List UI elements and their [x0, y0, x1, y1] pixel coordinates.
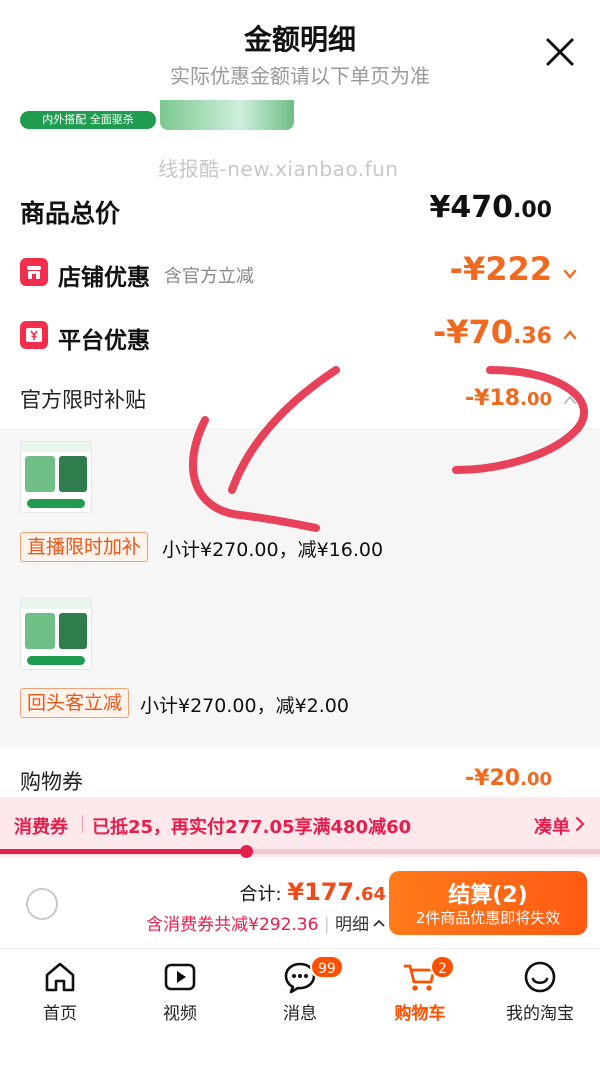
watermark: 线报酷-new.xianbao.fun: [158, 157, 399, 181]
deal-text: 小计¥270.00，减¥16.00: [162, 539, 384, 561]
product-box: [59, 613, 87, 649]
tab-video[interactable]: 视频: [120, 949, 240, 1076]
profile-icon: [524, 961, 556, 993]
divider: [82, 815, 83, 833]
promo-label: 消费券: [14, 817, 68, 838]
page-subtitle: 实际优惠金额请以下单页为准: [170, 64, 430, 88]
subsidy-detail-panel: 直播限时加补 小计¥270.00，减¥16.00 回头客立减 小计¥270.00…: [0, 431, 600, 747]
subsidy-label: 官方限时补贴: [20, 388, 146, 412]
close-icon[interactable]: [544, 36, 576, 68]
store-discount-hint: 含官方立减: [164, 266, 254, 287]
bottom-tab-bar: 首页 视频 99 消息 2 购物车 我的淘宝: [0, 948, 600, 1076]
home-icon: [45, 962, 75, 992]
subsidy-amount: -¥18.00: [465, 386, 552, 411]
chevron-down-icon[interactable]: [562, 266, 578, 282]
subsidy-row[interactable]: 官方限时补贴 -¥18.00: [0, 372, 600, 430]
tab-label: 视频: [163, 1004, 197, 1024]
coupon-promo-bar: 消费券 已抵25，再实付277.05享满480减60 凑单: [0, 797, 600, 857]
tab-home[interactable]: 首页: [0, 949, 120, 1076]
checkout-button[interactable]: 结算(2) 2件商品优惠即将失效: [389, 871, 587, 935]
store-discount-amount: -¥222: [449, 250, 552, 288]
select-all-checkbox[interactable]: [26, 888, 58, 920]
tab-label: 我的淘宝: [506, 1004, 574, 1024]
product-box: [25, 456, 55, 492]
total-row: 商品总价 ¥470.00: [0, 190, 600, 234]
tab-my-taobao[interactable]: 我的淘宝: [480, 949, 600, 1076]
chevron-up-icon[interactable]: [372, 917, 386, 929]
product-image-tag: [27, 499, 85, 508]
tab-label: 首页: [43, 1004, 77, 1024]
platform-discount-label: 平台优惠: [58, 328, 150, 354]
total-price: ¥470.00: [429, 190, 552, 225]
store-discount-row[interactable]: 店铺优惠 含官方立减 -¥222: [0, 250, 600, 296]
product-badge: 内外搭配 全面驱杀: [20, 111, 156, 129]
deal-tag: 回头客立减: [20, 688, 130, 718]
coupon-row: 购物券 -¥20.00: [0, 760, 600, 796]
page-title: 金额明细: [243, 23, 356, 56]
promo-text: 已抵25，再实付277.05享满480减60: [92, 817, 412, 838]
product-image-header: [21, 442, 91, 452]
tab-label: 购物车: [394, 1004, 446, 1024]
tab-label: 消息: [283, 1004, 317, 1024]
product-strip: 内外搭配 全面驱杀: [0, 100, 600, 134]
total-discount-summary: 含消费券共减¥292.36 | 明细: [146, 910, 386, 935]
store-discount-label: 店铺优惠: [58, 265, 150, 291]
platform-discount-amount: -¥70.36: [432, 313, 552, 351]
chevron-up-icon[interactable]: [562, 327, 578, 343]
detail-link[interactable]: 明细: [335, 915, 369, 935]
promo-progress-knob: [240, 845, 253, 858]
coupon-label: 购物券: [20, 770, 83, 794]
total-label: 商品总价: [20, 199, 121, 228]
product-thumbnail: [160, 100, 294, 130]
deal-tag: 直播限时加补: [20, 532, 149, 562]
checkout-button-subtext: 2件商品优惠即将失效: [415, 909, 561, 927]
tab-cart[interactable]: 2 购物车: [360, 949, 480, 1076]
promo-progress-fill: [0, 849, 246, 854]
yen-ticket-icon: [20, 321, 48, 349]
product-image: [20, 441, 92, 513]
total-summary: 合计: ¥177.64: [239, 878, 386, 906]
video-icon: [164, 963, 196, 991]
message-count-badge: 99: [310, 955, 344, 979]
product-image-tag: [27, 656, 85, 665]
product-image: [20, 598, 92, 670]
product-box: [59, 456, 87, 492]
checkout-button-label: 结算(2): [448, 883, 528, 908]
chevron-right-icon[interactable]: [574, 816, 586, 832]
product-box: [25, 613, 55, 649]
coupon-amount: -¥20.00: [465, 766, 552, 791]
add-items-link[interactable]: 凑单: [534, 813, 570, 839]
platform-discount-row[interactable]: 平台优惠 -¥70.36: [0, 313, 600, 359]
cart-count-badge: 2: [430, 955, 455, 979]
store-icon: [20, 258, 48, 286]
tab-messages[interactable]: 99 消息: [240, 949, 360, 1076]
header: 金额明细 实际优惠金额请以下单页为准: [0, 0, 600, 100]
product-image-header: [21, 599, 91, 609]
chevron-up-icon[interactable]: [562, 392, 578, 408]
deal-text: 小计¥270.00，减¥2.00: [140, 695, 349, 717]
